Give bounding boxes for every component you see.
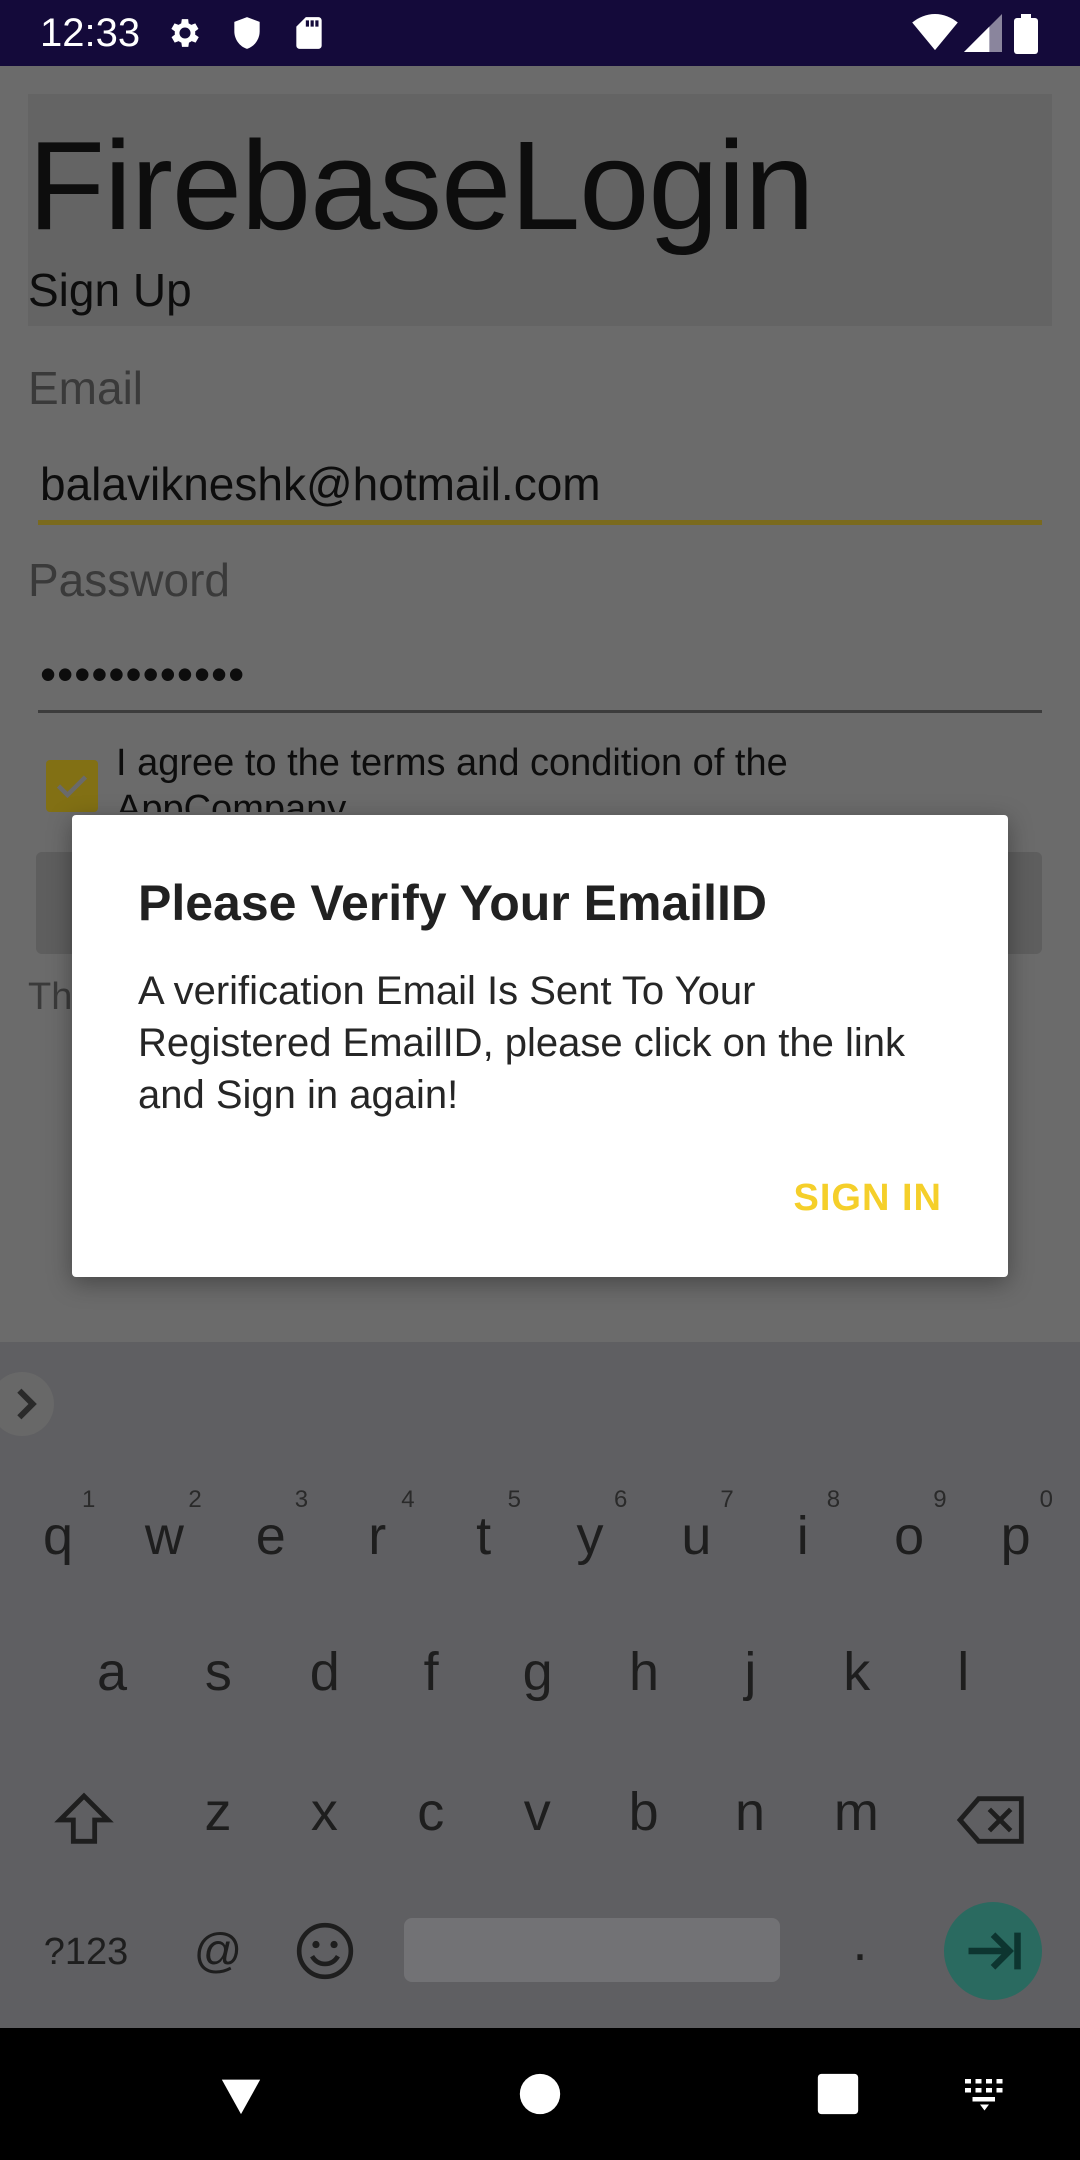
- header-box: FirebaseLogin Sign Up: [28, 94, 1052, 326]
- expand-suggestions-button[interactable]: [0, 1372, 54, 1436]
- email-field-underline: [38, 520, 1042, 525]
- enter-key[interactable]: [944, 1902, 1042, 2000]
- status-bar: 12:33: [0, 0, 1080, 66]
- terms-label: I agree to the terms and condition of th…: [116, 742, 788, 812]
- key-hint-9: 9: [933, 1486, 947, 1513]
- page-subtitle: Sign Up: [28, 264, 192, 316]
- key-hint-8: 8: [826, 1486, 841, 1513]
- password-label: Password: [28, 554, 230, 606]
- tab-arrow-icon: [968, 1932, 1021, 1970]
- terms-checkbox[interactable]: [46, 760, 98, 812]
- sign-in-button[interactable]: SIGN IN: [794, 1175, 942, 1221]
- app-title: FirebaseLogin: [28, 115, 815, 256]
- shield-icon: [234, 17, 260, 49]
- key-hint-3: 3: [294, 1486, 309, 1513]
- key-f[interactable]: f: [381, 1642, 481, 1702]
- key-l[interactable]: l: [913, 1642, 1013, 1702]
- key-hint-1: 1: [82, 1486, 96, 1513]
- key-b[interactable]: b: [594, 1782, 694, 1842]
- key-s[interactable]: s: [168, 1642, 268, 1702]
- email-label: Email: [28, 362, 144, 414]
- navigation-bar: [0, 2028, 1080, 2160]
- password-field[interactable]: ••••••••••••: [40, 646, 245, 702]
- email-field[interactable]: balavikneshk@hotmail.com: [40, 456, 601, 512]
- keyboard-switch-icon[interactable]: [962, 2076, 1010, 2112]
- key-hint-7: 7: [720, 1486, 734, 1513]
- key-a[interactable]: a: [62, 1642, 162, 1702]
- key-g[interactable]: g: [488, 1642, 588, 1702]
- key-m[interactable]: m: [806, 1782, 906, 1842]
- at-key[interactable]: @: [168, 1922, 268, 1982]
- footer-text: Th: [28, 976, 73, 1018]
- password-field-underline: [38, 710, 1042, 713]
- key-k[interactable]: k: [807, 1642, 907, 1702]
- signal-icon: [964, 14, 1002, 52]
- key-r[interactable]: r: [327, 1506, 427, 1566]
- battery-icon: [1014, 14, 1038, 54]
- dialog-title: Please Verify Your EmailID: [138, 875, 768, 931]
- key-t[interactable]: t: [434, 1506, 534, 1566]
- key-c[interactable]: c: [381, 1782, 481, 1842]
- verify-email-dialog: Please Verify Your EmailID A verificatio…: [72, 815, 1008, 1277]
- space-key[interactable]: [404, 1918, 780, 1982]
- key-i[interactable]: i: [753, 1506, 853, 1566]
- dialog-message: A verification Email Is Sent To Your Reg…: [138, 969, 906, 1117]
- symbols-key[interactable]: ?123: [36, 1922, 136, 1982]
- shift-icon[interactable]: [52, 1788, 116, 1852]
- key-x[interactable]: x: [274, 1782, 374, 1842]
- key-q[interactable]: q: [8, 1506, 108, 1566]
- key-p[interactable]: p: [966, 1506, 1066, 1566]
- chevron-right-icon: [17, 1388, 37, 1420]
- status-time: 12:33: [40, 11, 141, 55]
- emoji-icon[interactable]: [294, 1920, 356, 1982]
- soft-keyboard: q1w2e3r4t5y6u7i8o9p0 asdfghjkl zxcvbnm ?12…: [0, 1342, 1080, 2028]
- checkmark-icon: [56, 775, 88, 799]
- home-icon[interactable]: [518, 2072, 562, 2116]
- key-u[interactable]: u: [646, 1506, 746, 1566]
- back-icon[interactable]: [218, 2072, 264, 2118]
- key-v[interactable]: v: [487, 1782, 587, 1842]
- key-hint-5: 5: [507, 1486, 521, 1513]
- key-hint-6: 6: [614, 1486, 628, 1513]
- backspace-icon[interactable]: [954, 1788, 1030, 1852]
- key-n[interactable]: n: [700, 1782, 800, 1842]
- key-hint-2: 2: [188, 1486, 202, 1513]
- key-y[interactable]: y: [540, 1506, 640, 1566]
- key-j[interactable]: j: [700, 1642, 800, 1702]
- key-hint-4: 4: [401, 1486, 415, 1513]
- key-z[interactable]: z: [168, 1782, 268, 1842]
- suggestion-bar: [0, 1342, 1080, 1460]
- recents-icon[interactable]: [816, 2072, 860, 2116]
- key-hint-0: 0: [1039, 1486, 1053, 1513]
- sd-card-icon: [296, 17, 322, 49]
- period-key[interactable]: .: [810, 1912, 910, 1972]
- key-d[interactable]: d: [275, 1642, 375, 1702]
- gear-icon: [171, 19, 199, 47]
- wifi-icon: [912, 14, 958, 51]
- key-o[interactable]: o: [859, 1506, 959, 1566]
- key-e[interactable]: e: [221, 1506, 321, 1566]
- key-h[interactable]: h: [594, 1642, 694, 1702]
- key-w[interactable]: w: [114, 1506, 214, 1566]
